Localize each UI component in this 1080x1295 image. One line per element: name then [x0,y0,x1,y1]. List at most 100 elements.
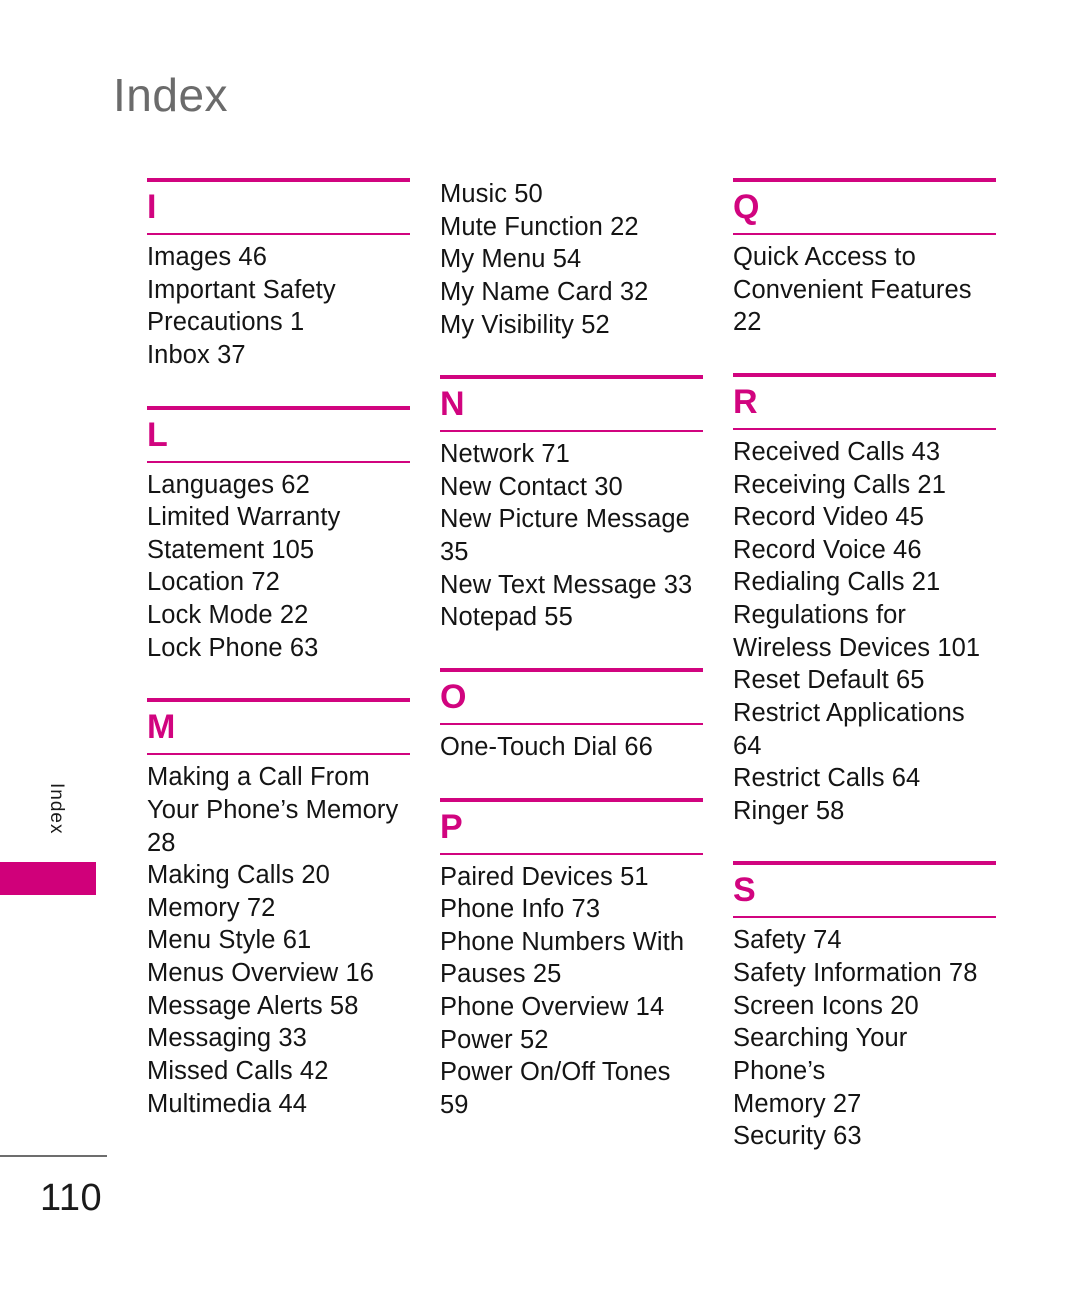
index-section-q: Q Quick Access to Convenient Features 22 [733,178,996,339]
index-entry: Memory 72 [147,893,276,922]
index-entry-list: Safety 74 Safety Information 78 Screen Ico… [733,918,996,1152]
index-entry: Music 50 [440,180,543,208]
index-entry: Multimedia 44 [147,1089,308,1118]
index-entry: Receiving Calls 21 [733,470,946,499]
index-entry: Statement 105 [147,535,315,564]
index-entry: Reset Default 65 [733,666,925,695]
index-entry: Received Calls 43 [733,437,941,466]
index-entry: My Name Card 32 [440,277,649,306]
index-entry: Inbox 37 [147,340,246,369]
section-letter: L [147,415,168,454]
section-letter: P [440,807,463,846]
index-entry: 28 [147,828,176,857]
index-section-continuation: Music 50 Mute Function 22 My Menu 54 My Nam… [440,178,703,341]
index-entry-list: Images 46 Important Safety Precautions 1 In… [147,235,410,372]
index-entry: Mute Function 22 [440,212,639,241]
section-letter: O [440,677,467,716]
index-entry-list: Languages 62 Limited Warranty Statement 10… [147,463,410,665]
index-entry: Messaging 33 [147,1024,307,1053]
index-section-o: O One-Touch Dial 66 [440,667,703,764]
index-entry: 35 [440,538,469,566]
index-entry: Redialing Calls 21 [733,568,941,597]
index-entry: Precautions 1 [147,308,305,337]
index-entry-list: One-Touch Dial 66 [440,725,703,764]
index-entry: 22 [733,308,762,337]
index-entry: Safety 74 [733,926,842,955]
section-letter: M [147,708,176,747]
index-entry: My Menu 54 [440,245,582,274]
index-entry: One-Touch Dial 66 [440,732,653,761]
index-entry: Images 46 [147,243,267,271]
index-entry: Regulations for [733,601,907,629]
index-entry: Restrict Calls 64 [733,764,921,793]
index-section-m: M Making a Call From Your Phone’s Memory 28… [147,698,410,1120]
index-entry: Phone Info 73 [440,895,601,924]
index-entry: Making a Call From [147,763,370,792]
index-entry: Convenient Features [733,275,972,304]
section-letter: S [733,871,756,910]
index-section-s: S Safety 74 Safety Information 78 Screen Ic… [733,861,996,1152]
index-entry: Paired Devices 51 [440,862,649,891]
index-entry: New Text Message 33 [440,570,693,599]
index-entry-list: Received Calls 43 Receiving Calls 21 Recor… [733,430,996,828]
index-entry: Safety Information 78 [733,959,978,987]
index-entry: Power 52 [440,1025,549,1054]
index-entry-list: Making a Call From Your Phone’s Memory 28 M… [147,755,410,1120]
index-entry: Quick Access to [733,243,916,271]
index-entry: Phone Numbers With [440,927,685,956]
column-2: Music 50 Mute Function 22 My Menu 54 My Nam… [440,178,703,1122]
index-entry: Languages 62 [147,470,310,499]
index-entry: New Picture Message [440,505,690,534]
index-entry: Making Calls 20 [147,861,330,890]
index-entry: Power On/Off Tones [440,1058,671,1087]
index-entry: Message Alerts 58 [147,991,359,1020]
index-entry: Memory 27 [733,1089,862,1118]
index-entry: 59 [440,1090,469,1119]
index-entry: Phone Overview 14 [440,993,665,1021]
index-entry: New Contact 30 [440,472,623,501]
index-entry: Ringer 58 [733,796,845,825]
index-entry-list: Music 50 Mute Function 22 My Menu 54 My Nam… [440,178,703,341]
index-entry-list: Network 71 New Contact 30 New Picture Mess… [440,432,703,634]
index-entry: Pauses 25 [440,960,562,989]
index-section-i: I Images 46 Important Safety Precautions 1I… [147,178,410,372]
index-entry-list: Paired Devices 51 Phone Info 73 Phone Numb… [440,855,703,1122]
index-entry: 64 [733,731,762,760]
index-entry: Restrict Applications [733,698,965,727]
index-entry: Wireless Devices 101 [733,633,981,662]
index-columns: I Images 46 Important Safety Precautions 1I… [0,0,1080,1295]
index-entry: Searching Your Phone’s [733,1024,908,1085]
index-section-l: L Languages 62 Limited Warranty Statement 1… [147,405,410,665]
index-entry: Lock Phone 63 [147,633,319,662]
index-entry: Limited Warranty [147,503,341,532]
section-letter: I [147,188,157,226]
section-letter: N [440,385,465,424]
column-3: Q Quick Access to Convenient Features 22 R Re… [733,178,996,1153]
section-letter: Q [733,188,760,226]
index-entry: Your Phone’s Memory [147,795,399,824]
index-entry: Missed Calls 42 [147,1056,329,1085]
index-entry: Notepad 55 [440,603,573,632]
index-entry: Record Voice 46 [733,535,922,564]
index-entry: Network 71 [440,440,570,469]
index-entry: Menu Style 61 [147,926,312,955]
index-entry: Screen Icons 20 [733,991,919,1020]
index-entry: Menus Overview 16 [147,959,375,987]
index-entry: Important Safety [147,275,336,304]
index-section-r: R Received Calls 43 Receiving Calls 21 Reco… [733,372,996,828]
index-entry: Security 63 [733,1122,862,1151]
column-1: I Images 46 Important Safety Precautions 1I… [147,178,410,1120]
section-letter: R [733,382,758,421]
index-entry-list: Quick Access to Convenient Features 22 [733,235,996,339]
index-section-p: P Paired Devices 51 Phone Info 73 Phone Num… [440,797,703,1122]
index-entry: Location 72 [147,568,280,597]
index-entry: Record Video 45 [733,503,924,532]
index-entry: My Visibility 52 [440,310,610,339]
